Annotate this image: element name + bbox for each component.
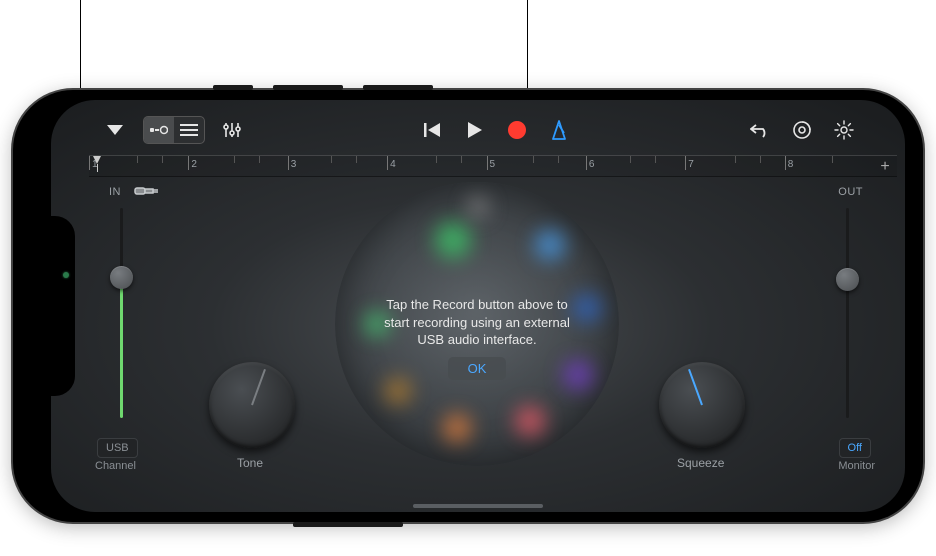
go-to-beginning-button[interactable] bbox=[416, 115, 450, 145]
ruler-number: 5 bbox=[490, 159, 496, 170]
output-level-slider[interactable] bbox=[833, 208, 861, 418]
phone-hw-button bbox=[363, 85, 433, 90]
home-indicator[interactable] bbox=[413, 504, 543, 508]
input-label: IN bbox=[109, 186, 121, 198]
timeline-ruler[interactable]: 1 2 3 4 5 6 7 8 + bbox=[89, 155, 897, 177]
preset-wheel[interactable]: Tap the Record button above to start rec… bbox=[335, 182, 619, 466]
notch bbox=[51, 216, 75, 396]
screen: 1 2 3 4 5 6 7 8 + IN OUT bbox=[51, 100, 905, 512]
undo-button[interactable] bbox=[743, 115, 777, 145]
output-label: OUT bbox=[838, 186, 863, 198]
settings-button[interactable] bbox=[827, 115, 861, 145]
channel-caption: Channel bbox=[95, 460, 136, 472]
record-button[interactable] bbox=[500, 115, 534, 145]
dialog-text: Tap the Record button above to start rec… bbox=[372, 296, 582, 349]
tone-knob[interactable] bbox=[209, 362, 295, 448]
phone-hw-button bbox=[273, 85, 343, 90]
ruler-number: 1 bbox=[92, 159, 98, 170]
monitor-button[interactable]: Off bbox=[839, 438, 871, 458]
ruler-number: 4 bbox=[390, 159, 396, 170]
phone-hw-button bbox=[213, 85, 253, 90]
phone-hw-button bbox=[293, 522, 403, 527]
plug-icon bbox=[133, 184, 153, 198]
squeeze-knob[interactable] bbox=[659, 362, 745, 448]
track-controls-button[interactable] bbox=[215, 115, 249, 145]
monitor-caption: Monitor bbox=[838, 460, 875, 472]
input-level-slider[interactable] bbox=[107, 208, 135, 418]
ruler-number: 3 bbox=[291, 159, 297, 170]
phone-frame: 1 2 3 4 5 6 7 8 + IN OUT bbox=[13, 90, 923, 522]
metronome-button[interactable] bbox=[542, 115, 576, 145]
add-section-button[interactable]: + bbox=[873, 156, 897, 178]
channel-button[interactable]: USB bbox=[97, 438, 138, 458]
my-songs-button[interactable] bbox=[95, 115, 135, 145]
tracks-view-icon[interactable] bbox=[174, 117, 204, 143]
ruler-number: 2 bbox=[191, 159, 197, 170]
squeeze-label: Squeeze bbox=[677, 456, 724, 470]
play-button[interactable] bbox=[458, 115, 492, 145]
ruler-number: 8 bbox=[788, 159, 794, 170]
tone-label: Tone bbox=[237, 456, 263, 470]
ruler-number: 6 bbox=[589, 159, 595, 170]
loop-browser-button[interactable] bbox=[785, 115, 819, 145]
dialog-ok-button[interactable]: OK bbox=[448, 357, 507, 380]
ruler-number: 7 bbox=[688, 159, 694, 170]
instrument-view-icon[interactable] bbox=[144, 117, 174, 143]
view-segmented-control[interactable] bbox=[143, 116, 205, 144]
toolbar bbox=[51, 106, 905, 154]
